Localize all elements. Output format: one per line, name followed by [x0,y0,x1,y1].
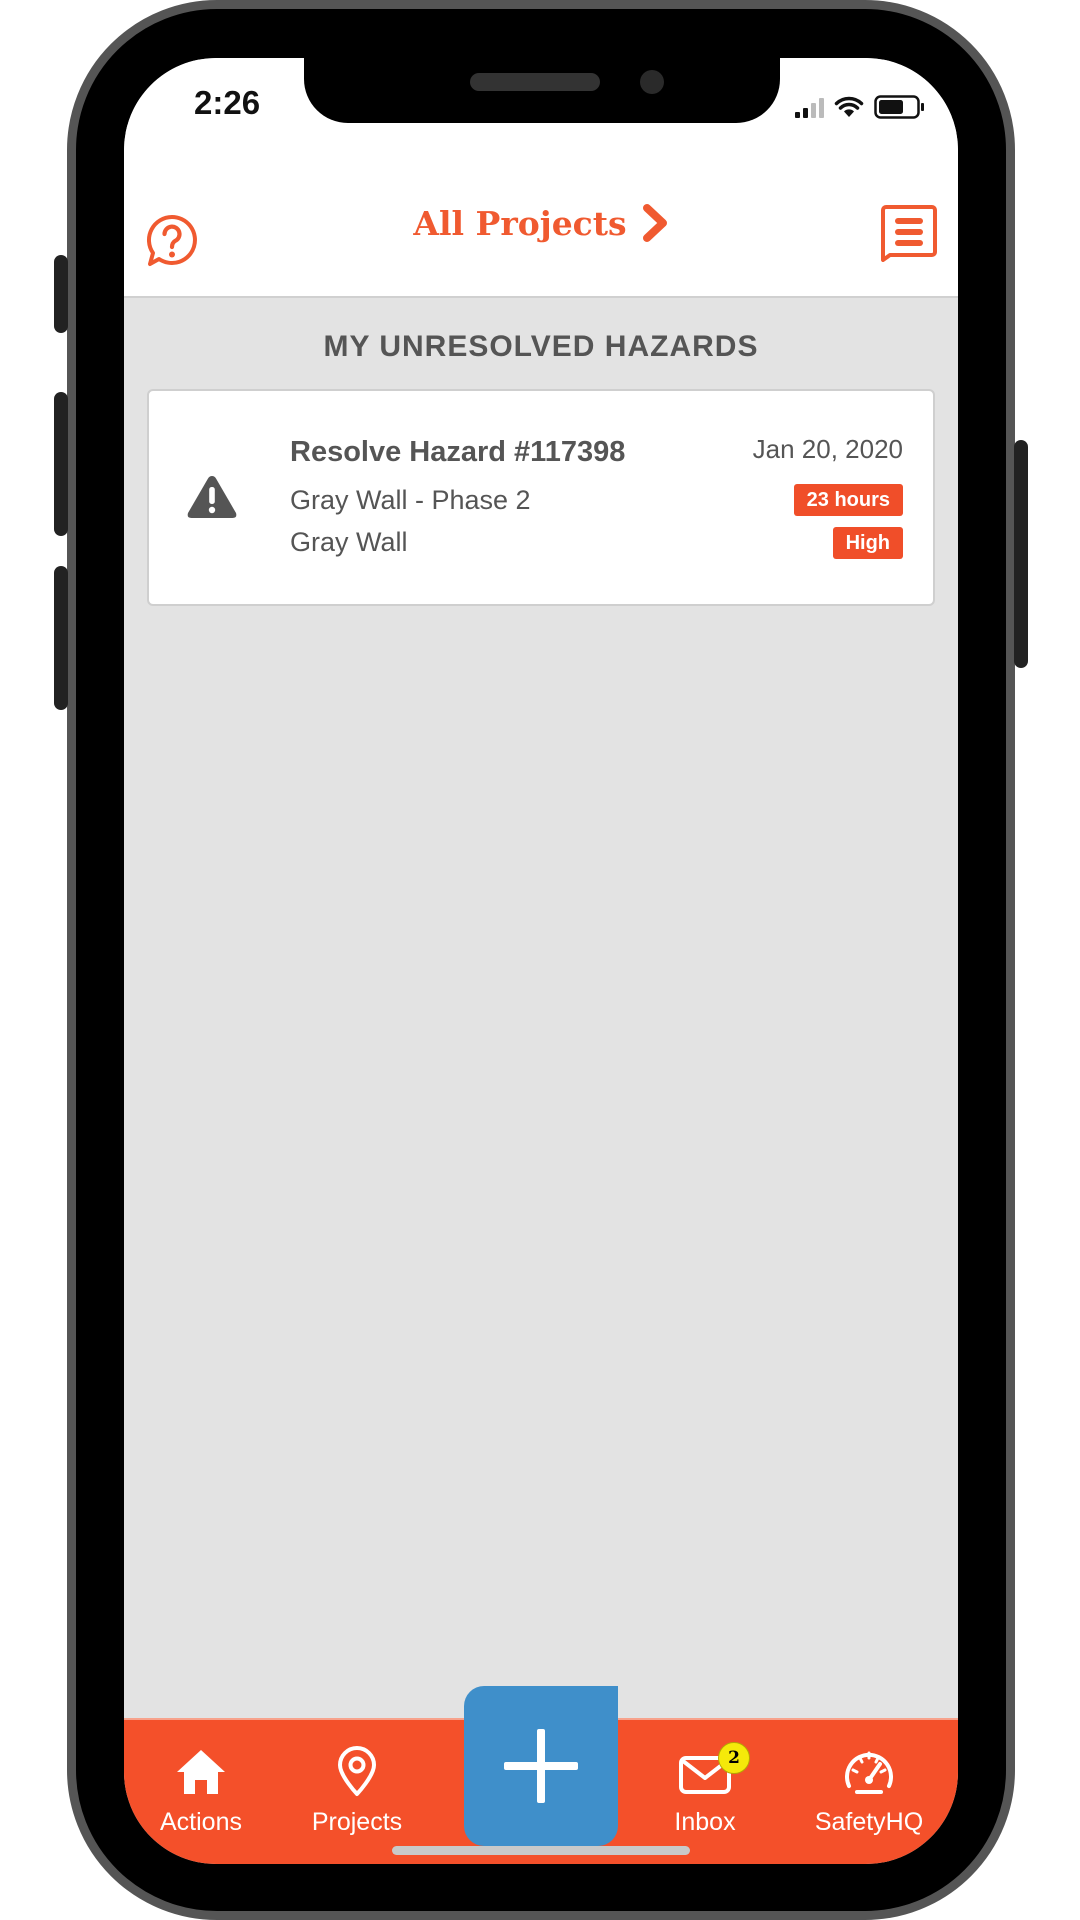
hazard-card[interactable]: Resolve Hazard #117398 Gray Wall - Phase… [147,389,935,606]
battery-icon [874,95,924,119]
wifi-icon [834,96,864,117]
speedometer-icon [845,1751,893,1794]
tab-label-safetyhq: SafetyHQ [814,1808,924,1836]
hazard-location: Gray Wall [290,527,408,557]
volume-up-button [54,392,68,536]
hazard-date: Jan 20, 2020 [752,434,903,464]
power-button [1014,440,1028,668]
add-button[interactable] [464,1686,618,1846]
warning-icon [187,476,237,518]
plus-icon-vertical [537,1729,545,1803]
map-pin-icon [338,1746,376,1796]
chevron-right-icon [642,204,667,242]
tab-label-projects: Projects [311,1808,403,1836]
tab-label-actions: Actions [160,1808,242,1836]
page-title: All Projects [413,204,627,243]
hazard-title: Resolve Hazard #117398 [290,436,626,468]
app-screen: 2:26 All Projects MY UNRESOLVED HAZARDS … [124,58,958,1864]
project-selector[interactable]: All Projects [124,204,958,243]
tab-safetyhq[interactable]: SafetyHQ [794,1720,944,1864]
volume-down-button [54,566,68,710]
inbox-badge: 2 [718,1742,750,1774]
tab-projects[interactable]: Projects [282,1720,432,1864]
notch [304,58,780,123]
hazard-project: Gray Wall - Phase 2 [290,485,531,515]
status-indicators [795,94,926,120]
tab-label-inbox: Inbox [674,1808,736,1836]
tab-inbox[interactable]: 2 Inbox [630,1720,780,1864]
cellular-signal-icon [795,96,824,118]
age-badge: 23 hours [793,484,903,516]
home-indicator[interactable] [392,1846,690,1855]
speaker [470,73,600,91]
severity-badge: High [832,527,903,559]
tab-actions[interactable]: Actions [126,1720,276,1864]
section-title: MY UNRESOLVED HAZARDS [323,330,759,363]
silent-switch [54,255,68,333]
app-header: All Projects [124,138,958,298]
menu-icon [881,205,937,262]
status-time: 2:26 [194,84,261,121]
menu-button[interactable] [880,204,937,262]
home-icon [177,1750,225,1794]
front-camera [640,70,664,94]
